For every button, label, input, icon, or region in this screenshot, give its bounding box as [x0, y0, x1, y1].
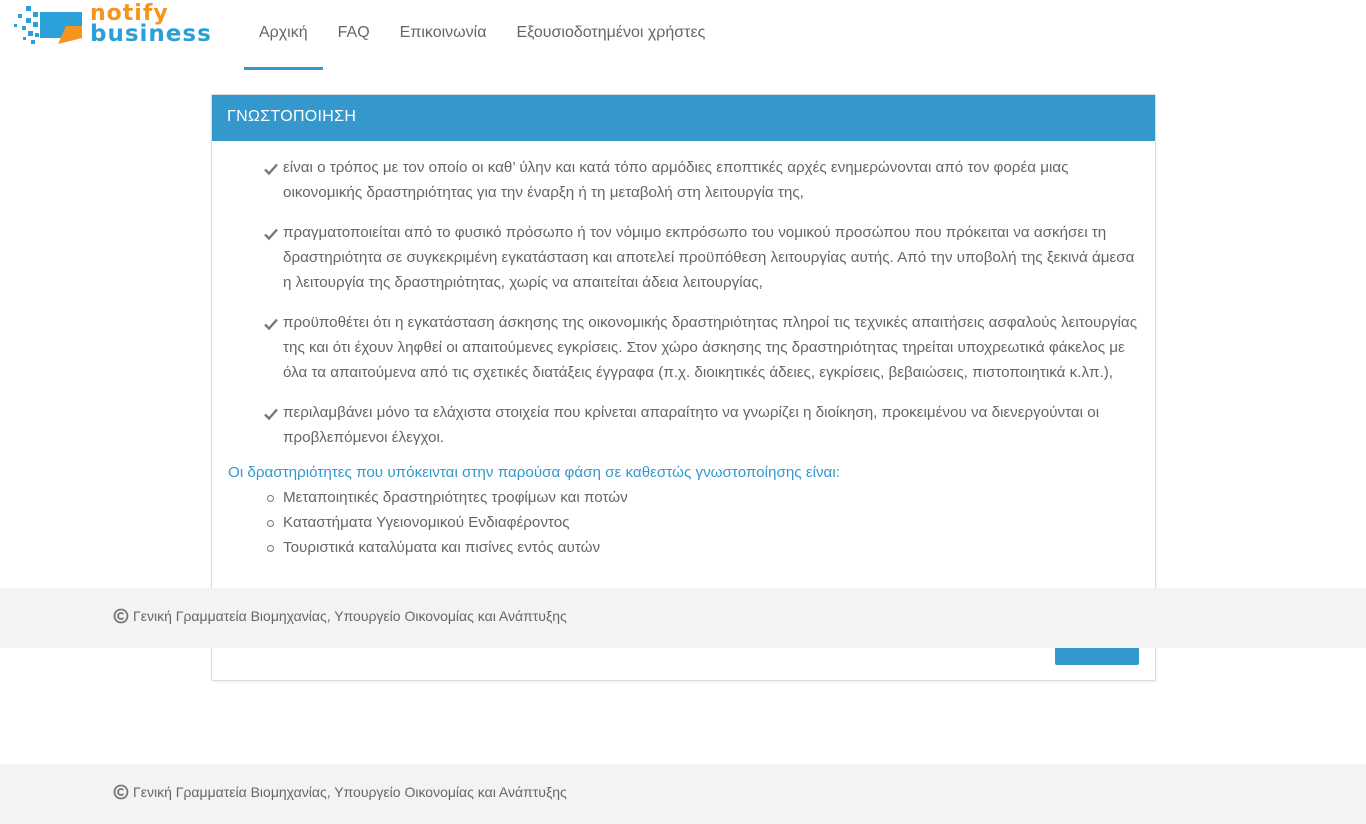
- activities-intro: Οι δραστηριότητες που υπόκεινται στην πα…: [228, 464, 840, 481]
- check-icon: [264, 228, 278, 241]
- list-item: περιλαμβάνει μόνο τα ελάχιστα στοιχεία π…: [248, 400, 1139, 450]
- footer-copyright: Γενική Γραμματεία Βιομηχανίας, Υπουργείο…: [113, 784, 567, 800]
- list-item: Τουριστικά καταλύματα και πισίνες εντός …: [247, 535, 1139, 560]
- footer-text: Γενική Γραμματεία Βιομηχανίας, Υπουργείο…: [133, 784, 567, 800]
- top-navbar: notify business Αρχική FAQ Επικοινωνία Ε…: [0, 0, 1366, 70]
- check-icon: [264, 163, 278, 176]
- list-item: είναι ο τρόπος με τον οποίο οι καθ’ ύλην…: [248, 155, 1139, 205]
- logo-wordmark: notify business: [90, 3, 212, 47]
- nav-contact[interactable]: Επικοινωνία: [385, 0, 502, 70]
- list-item: προϋποθέτει ότι η εγκατάσταση άσκησης τη…: [248, 310, 1139, 385]
- list-item: Καταστήματα Υγειονομικού Ενδιαφέροντος: [247, 510, 1139, 535]
- activities-list: Μεταποιητικές δραστηριότητες τροφίμων κα…: [247, 485, 1139, 560]
- list-item: πραγματοποιείται από το φυσικό πρόσωπο ή…: [248, 220, 1139, 295]
- logo-text-business: business: [90, 21, 212, 47]
- list-item-text: προϋποθέτει ότι η εγκατάσταση άσκησης τη…: [283, 314, 1138, 381]
- nav-home[interactable]: Αρχική: [244, 0, 323, 70]
- fixed-footer: Γενική Γραμματεία Βιομηχανίας, Υπουργείο…: [0, 588, 1366, 648]
- panel-title: ΓΝΩΣΤΟΠΟΙΗΣΗ: [212, 95, 1155, 141]
- notify-business-logo[interactable]: notify business: [14, 3, 234, 48]
- copyright-icon: [113, 784, 129, 800]
- check-icon: [264, 318, 278, 331]
- footer-copyright: Γενική Γραμματεία Βιομηχανίας, Υπουργείο…: [113, 608, 567, 624]
- main-nav: Αρχική FAQ Επικοινωνία Εξουσιοδοτημένοι …: [244, 0, 720, 70]
- panel-body: είναι ο τρόπος με τον οποίο οι καθ’ ύλην…: [212, 141, 1155, 560]
- list-item-text: είναι ο τρόπος με τον οποίο οι καθ’ ύλην…: [283, 159, 1069, 201]
- nav-faq[interactable]: FAQ: [323, 0, 385, 70]
- page-footer: Γενική Γραμματεία Βιομηχανίας, Υπουργείο…: [0, 764, 1366, 824]
- nav-authorized-users[interactable]: Εξουσιοδοτημένοι χρήστες: [501, 0, 720, 70]
- list-item-text: περιλαμβάνει μόνο τα ελάχιστα στοιχεία π…: [283, 404, 1100, 446]
- check-icon: [264, 408, 278, 421]
- footer-text: Γενική Γραμματεία Βιομηχανίας, Υπουργείο…: [133, 608, 567, 624]
- definition-list: είναι ο τρόπος με τον οποίο οι καθ’ ύλην…: [248, 155, 1139, 450]
- copyright-icon: [113, 608, 129, 624]
- list-item: Μεταποιητικές δραστηριότητες τροφίμων κα…: [247, 485, 1139, 510]
- list-item-text: πραγματοποιείται από το φυσικό πρόσωπο ή…: [283, 224, 1135, 291]
- logo-mark-icon: [14, 6, 82, 44]
